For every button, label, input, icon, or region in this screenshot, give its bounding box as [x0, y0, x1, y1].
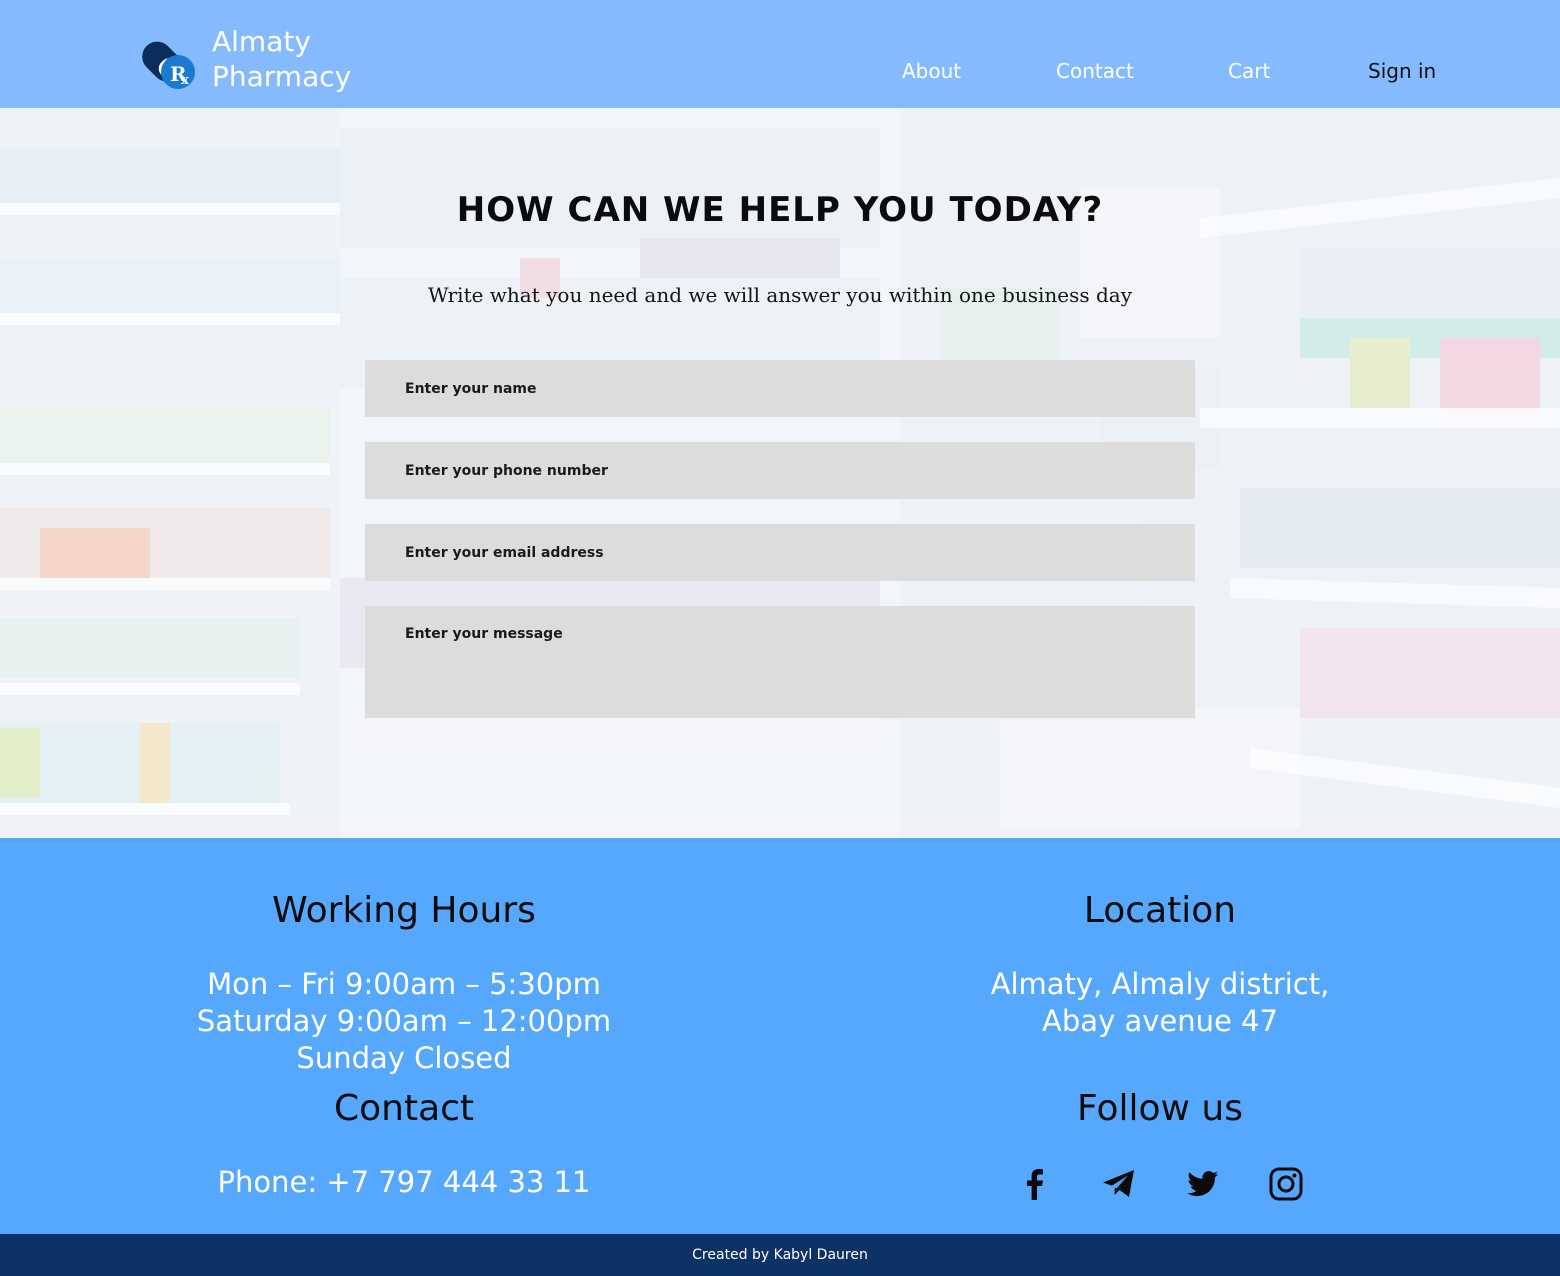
instagram-icon[interactable] [1268, 1166, 1304, 1202]
email-input[interactable] [365, 524, 1195, 581]
telegram-icon[interactable] [1101, 1166, 1137, 1202]
site-header: R x Almaty Pharmacy About Contact Cart S… [0, 0, 1560, 108]
nav-about[interactable]: About [902, 58, 961, 84]
pharmacy-logo-icon[interactable]: R x [130, 26, 198, 92]
contact-title: Contact [333, 1088, 475, 1129]
location-address: Almaty, Almaly district, Abay avenue 47 [860, 966, 1460, 1040]
location-line: Abay avenue 47 [1042, 1004, 1278, 1038]
hero-subtitle: Write what you need and we will answer y… [427, 283, 1133, 307]
location-title: Location [1083, 890, 1237, 931]
working-hours-line: Sunday Closed [296, 1041, 512, 1075]
phone-input[interactable] [365, 442, 1195, 499]
logo-line-1: Almaty [212, 25, 311, 58]
follow-us-title: Follow us [1077, 1088, 1243, 1129]
working-hours-line: Saturday 9:00am – 12:00pm [196, 1004, 612, 1038]
footer-credit: Created by Kabyl Dauren [692, 1247, 868, 1263]
hero-title: HOW CAN WE HELP YOU TODAY? [456, 190, 1104, 230]
nav-cart[interactable]: Cart [1228, 58, 1270, 84]
message-textarea[interactable] [365, 606, 1195, 718]
twitter-icon[interactable] [1185, 1166, 1221, 1202]
contact-phone[interactable]: Phone: +7 797 444 33 11 [104, 1164, 704, 1201]
info-section: Working Hours Mon – Fri 9:00am – 5:30pm … [0, 838, 1560, 1234]
working-hours-list: Mon – Fri 9:00am – 5:30pm Saturday 9:00a… [104, 966, 704, 1077]
location-line: Almaty, Almaly district, [990, 967, 1330, 1001]
credit-bar: Created by Kabyl Dauren [0, 1234, 1560, 1276]
nav-sign-in[interactable]: Sign in [1368, 58, 1436, 84]
logo-line-2: Pharmacy [212, 60, 352, 93]
working-hours-title: Working Hours [272, 890, 536, 931]
logo-text[interactable]: Almaty Pharmacy [212, 24, 351, 94]
working-hours-line: Mon – Fri 9:00am – 5:30pm [207, 967, 601, 1001]
svg-text:x: x [181, 73, 189, 88]
facebook-icon[interactable] [1017, 1166, 1053, 1202]
nav-contact[interactable]: Contact [1056, 58, 1134, 84]
name-input[interactable] [365, 360, 1195, 417]
hero-section: HOW CAN WE HELP YOU TODAY? Write what yo… [0, 108, 1560, 838]
